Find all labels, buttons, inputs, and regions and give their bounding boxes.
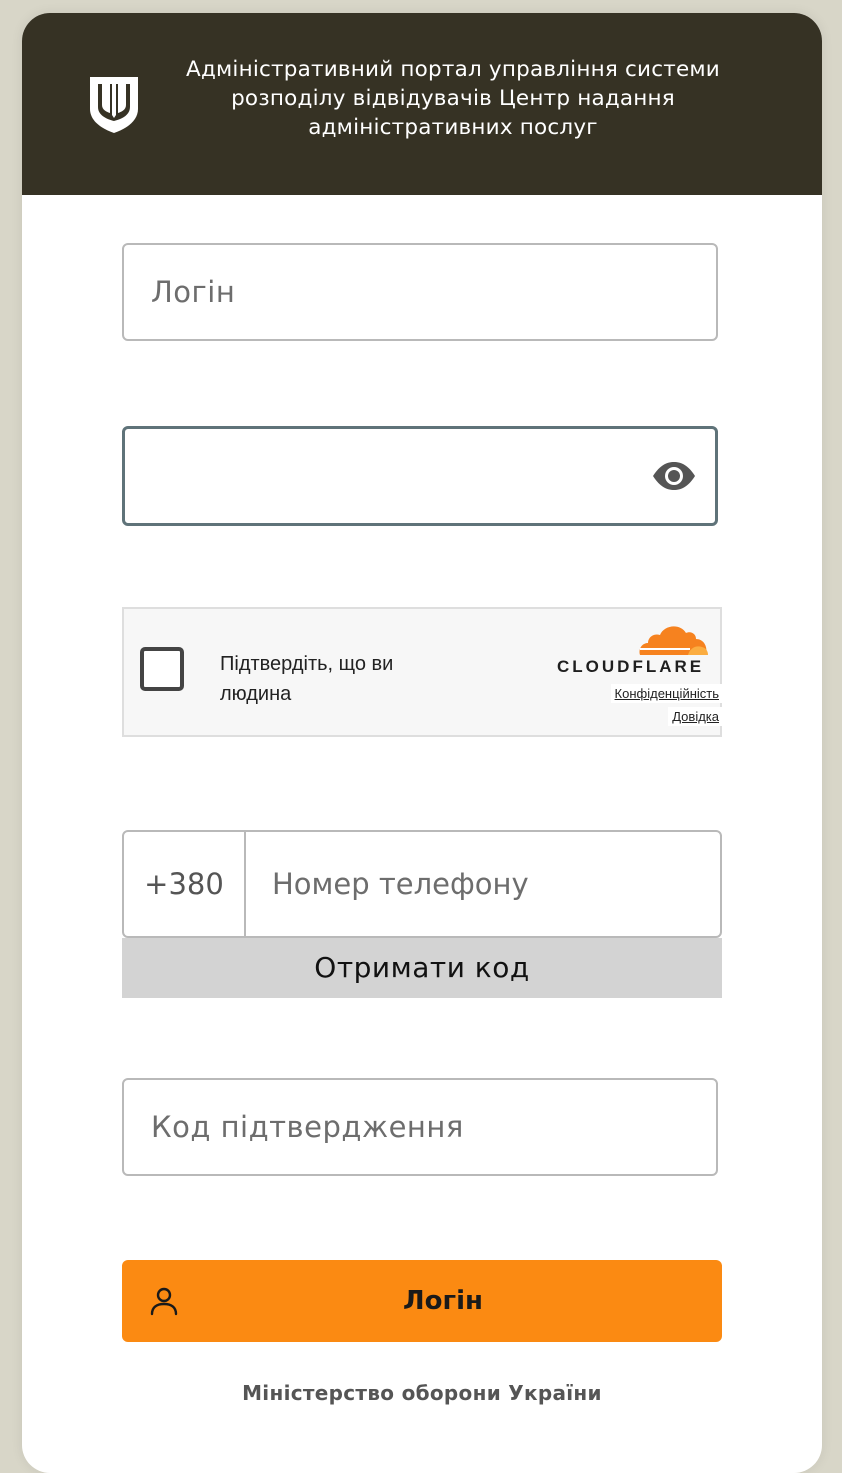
login-input[interactable]: Логін <box>122 243 718 341</box>
cloudflare-wordmark: CLOUDFLARE <box>557 657 705 676</box>
login-button[interactable]: Логін <box>122 1260 722 1342</box>
cloudflare-logo-icon <box>639 626 708 655</box>
code-placeholder: Код підтвердження <box>151 1110 464 1144</box>
captcha-privacy-link[interactable]: Конфіденційність <box>610 684 731 703</box>
page-title: Адміністративний портал управління систе… <box>186 57 720 140</box>
phone-input[interactable]: Номер телефону <box>272 832 529 936</box>
eye-icon[interactable] <box>651 460 697 492</box>
captcha-label: Підтвердіть, що ви людина <box>220 653 394 705</box>
phone-prefix: +380 <box>124 832 246 936</box>
footer-text: Міністерство оборони України <box>242 1381 602 1405</box>
get-code-button[interactable]: Отримати код <box>122 938 722 998</box>
captcha-widget: Підтвердіть, що ви людина CLOUDFLARE Кон… <box>122 607 731 737</box>
phone-input-group: +380 Номер телефону <box>122 830 722 938</box>
header: Адміністративний портал управління систе… <box>22 13 822 195</box>
login-card: Адміністративний портал управління систе… <box>22 13 822 1473</box>
captcha-checkbox[interactable] <box>140 647 184 691</box>
login-button-label: Логін <box>403 1286 483 1316</box>
password-input[interactable] <box>122 426 718 526</box>
confirmation-code-input[interactable]: Код підтвердження <box>122 1078 718 1176</box>
captcha-help-link[interactable]: Довідка <box>668 707 731 726</box>
trident-shield-icon <box>90 77 138 133</box>
login-placeholder: Логін <box>151 275 236 309</box>
